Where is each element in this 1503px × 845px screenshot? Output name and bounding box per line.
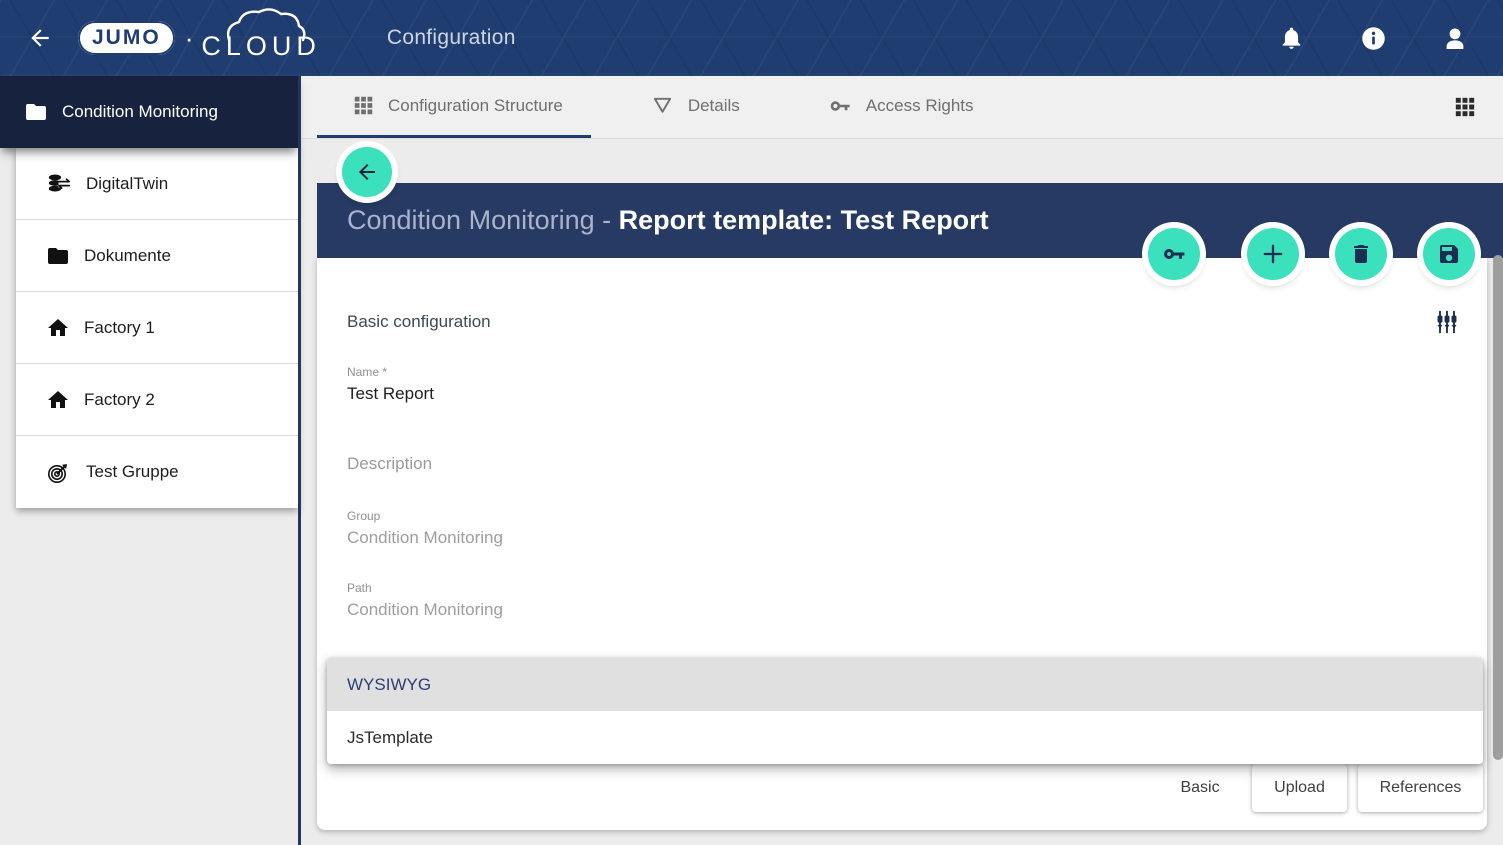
sliders-icon — [1433, 308, 1461, 336]
description-input[interactable] — [347, 454, 1457, 484]
topbar-actions — [1277, 24, 1503, 52]
sidebar-header-label: Condition Monitoring — [62, 102, 218, 122]
sidebar-item-digitaltwin[interactable]: DigitalTwin — [16, 148, 298, 220]
delete-button[interactable] — [1335, 228, 1387, 280]
footer-button-label: References — [1380, 779, 1462, 797]
dropdown-option-label: WYSIWYG — [347, 675, 431, 695]
basic-section-button[interactable]: Basic — [1158, 764, 1242, 812]
tab-details[interactable]: Details — [615, 76, 768, 138]
sidebar-item-list: DigitalTwin Dokumente Factory 1 Factory … — [16, 148, 298, 508]
description-field — [347, 454, 1457, 484]
tab-label: Details — [688, 96, 740, 116]
sidebar-header-condition-monitoring[interactable]: Condition Monitoring — [0, 76, 298, 148]
account-icon[interactable] — [1441, 24, 1469, 52]
folder-icon — [24, 100, 48, 124]
jumo-logo-text: JUMO — [92, 26, 161, 50]
home-icon — [46, 388, 70, 412]
info-icon[interactable] — [1359, 24, 1387, 52]
sidebar-main-divider — [298, 76, 301, 845]
sidebar-item-test-gruppe[interactable]: Test Gruppe — [16, 436, 298, 508]
floppy-disk-icon — [1437, 242, 1461, 266]
group-field: Group — [347, 509, 1457, 558]
key-icon — [828, 94, 852, 118]
sidebar-item-label: DigitalTwin — [86, 174, 168, 194]
name-field-label: Name * — [347, 365, 1457, 379]
key-icon — [1161, 241, 1187, 267]
layout-grid-button[interactable] — [1451, 93, 1479, 121]
panel-back-button[interactable] — [342, 147, 392, 197]
sidebar-item-factory-2[interactable]: Factory 2 — [16, 364, 298, 436]
advanced-settings-button[interactable] — [1433, 308, 1461, 336]
dropdown-option-wysiwyg[interactable]: WYSIWYG — [327, 658, 1483, 711]
tab-label: Configuration Structure — [388, 96, 563, 116]
tab-access-rights[interactable]: Access Rights — [792, 76, 1002, 138]
sidebar-item-label: Factory 1 — [84, 318, 155, 338]
path-field-label: Path — [347, 581, 1457, 595]
sidebar-item-dokumente[interactable]: Dokumente — [16, 220, 298, 292]
app-root: JUMO · CLOUD Configuration — [0, 0, 1503, 845]
back-arrow-icon[interactable] — [24, 22, 56, 54]
tab-label: Access Rights — [866, 96, 974, 116]
grid-icon — [1454, 96, 1476, 118]
group-field-label: Group — [347, 509, 1457, 523]
tab-configuration-structure[interactable]: Configuration Structure — [317, 76, 591, 138]
notifications-bell-icon[interactable] — [1277, 24, 1305, 52]
panel-title-prefix: Condition Monitoring - — [347, 205, 619, 236]
grid-icon — [353, 95, 374, 116]
cloud-outline-icon — [223, 8, 323, 42]
jumo-cloud-logo[interactable]: JUMO · CLOUD — [78, 10, 321, 66]
footer-button-label: Basic — [1180, 779, 1219, 797]
template-type-dropdown: WYSIWYG JsTemplate — [327, 658, 1483, 764]
save-button[interactable] — [1423, 228, 1475, 280]
page-title: Configuration — [387, 26, 516, 50]
access-key-button[interactable] — [1148, 228, 1200, 280]
group-input — [347, 528, 1457, 558]
path-input — [347, 600, 1457, 630]
section-title: Basic configuration — [347, 312, 491, 332]
plus-icon — [1259, 240, 1287, 268]
sidebar-item-label: Factory 2 — [84, 390, 155, 410]
cloud-logo: CLOUD — [201, 10, 321, 66]
logo-separator: · — [185, 23, 194, 54]
digital-twin-icon — [46, 172, 72, 196]
add-button[interactable] — [1247, 228, 1299, 280]
references-section-button[interactable]: References — [1358, 764, 1483, 812]
panel-title-bar: Condition Monitoring - Report template: … — [317, 183, 1503, 258]
footer-button-label: Upload — [1274, 779, 1325, 797]
funnel-icon — [651, 94, 674, 117]
dropdown-option-jstemplate[interactable]: JsTemplate — [327, 711, 1483, 764]
trash-icon — [1349, 242, 1373, 266]
sidebar-item-label: Test Gruppe — [86, 462, 179, 482]
home-icon — [46, 316, 70, 340]
folder-icon — [46, 244, 70, 268]
top-app-bar: JUMO · CLOUD Configuration — [0, 0, 1503, 76]
path-field: Path — [347, 581, 1457, 630]
name-field: Name * — [347, 365, 1457, 414]
upload-section-button[interactable]: Upload — [1252, 764, 1347, 812]
name-input[interactable] — [347, 384, 1457, 414]
sidebar-item-label: Dokumente — [84, 246, 171, 266]
back-arrow-icon — [355, 160, 379, 184]
main-tab-bar: Configuration Structure Details Access R… — [301, 76, 1503, 139]
dropdown-option-label: JsTemplate — [347, 728, 433, 748]
panel-title-main: Report template: Test Report — [619, 205, 989, 236]
sidebar-item-factory-1[interactable]: Factory 1 — [16, 292, 298, 364]
jumo-logo-pill: JUMO — [78, 21, 175, 55]
vertical-scrollbar[interactable] — [1493, 255, 1503, 760]
target-icon — [46, 459, 72, 485]
